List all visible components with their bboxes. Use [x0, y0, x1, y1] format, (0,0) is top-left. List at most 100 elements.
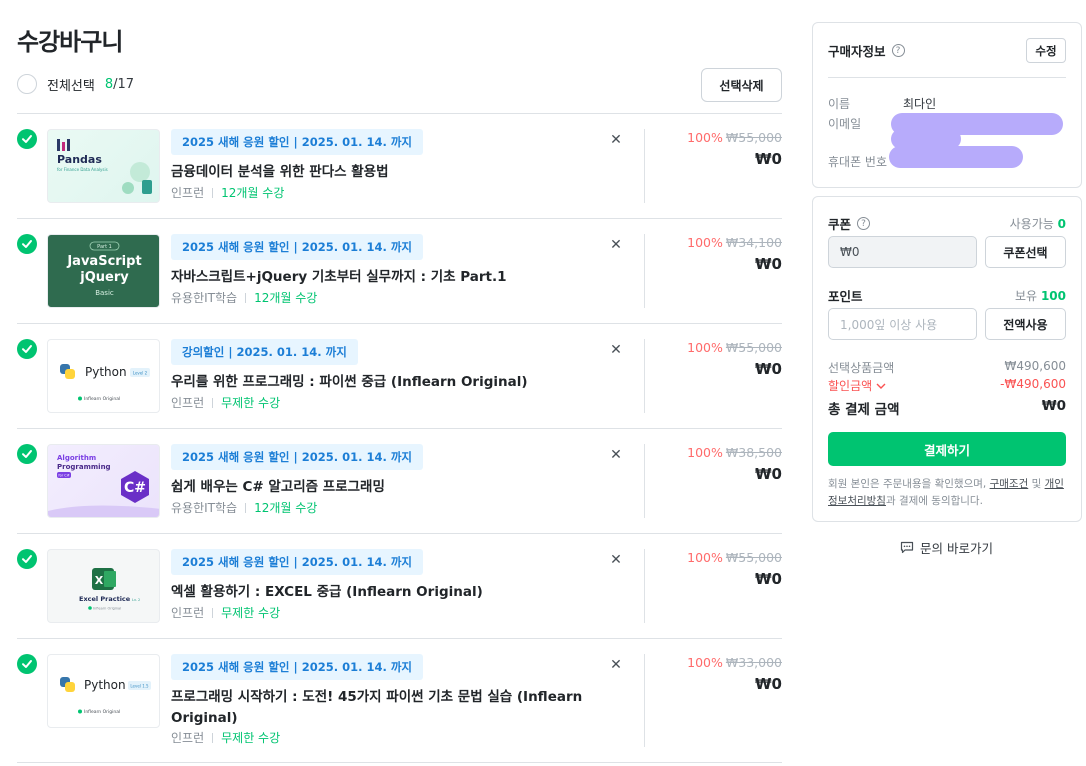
help-icon[interactable]: ?: [857, 217, 871, 230]
discount-rate: 100%: [687, 445, 723, 460]
discount-rate: 100%: [687, 655, 723, 670]
thumb-title: Algorithm: [57, 454, 96, 462]
course-title[interactable]: 엑셀 활용하기 : EXCEL 중급 (Inflearn Original): [171, 582, 591, 603]
thumb-title-2: Programming: [57, 463, 111, 471]
discount-badge: 2025 새해 응원 할인 | 2025. 01. 14. 까지: [171, 654, 423, 680]
remove-item-icon[interactable]: ✕: [609, 658, 623, 672]
original-price: ₩34,100: [725, 235, 782, 250]
coupon-available: 사용가능 0: [1009, 217, 1066, 231]
point-label: 포인트: [828, 289, 863, 304]
final-price: ₩0: [755, 255, 782, 273]
thumb-level: Level 2: [133, 371, 148, 376]
item-checkbox[interactable]: [17, 129, 37, 149]
pay-button[interactable]: 결제하기: [828, 432, 1066, 466]
select-all-checkbox[interactable]: [17, 74, 37, 94]
discount-rate: 100%: [687, 130, 723, 145]
coupon-input[interactable]: ₩0: [828, 236, 977, 268]
buyer-info-panel: 구매자정보? 수정 이름 최다인 이메일 휴대폰 번호: [812, 22, 1082, 188]
course-thumbnail[interactable]: X Excel Practice Lv. 2 Inflearn Original: [47, 549, 160, 623]
thumb-title: JavaScript: [66, 254, 141, 269]
purchase-terms-link[interactable]: 구매조건: [990, 478, 1029, 490]
inquiry-link[interactable]: 문의 바로가기: [900, 538, 993, 557]
buyer-info-header: 구매자정보?: [828, 41, 905, 60]
check-icon: [22, 660, 32, 668]
course-thumbnail[interactable]: Python Level 2 Inflearn Original: [47, 339, 160, 413]
cart-item: X Excel Practice Lv. 2 Inflearn Original…: [17, 534, 782, 639]
point-input[interactable]: 1,000잎 이상 사용: [828, 308, 977, 340]
selected-amount-row: 선택상품금액 ₩490,600: [828, 359, 1066, 375]
course-meta: 인프런 무제한 수강: [171, 394, 280, 411]
item-checkbox[interactable]: [17, 444, 37, 464]
discount-amount-row[interactable]: 할인금액 -₩490,600: [828, 377, 1066, 394]
select-all[interactable]: 전체선택 8/17: [17, 74, 134, 94]
item-checkbox[interactable]: [17, 654, 37, 674]
course-title[interactable]: 자바스크립트+jQuery 기초부터 실무까지 : 기초 Part.1: [171, 267, 591, 288]
thumb-title: Python: [85, 365, 127, 379]
point-balance: 보유 100: [1015, 289, 1066, 303]
discount-rate: 100%: [687, 550, 723, 565]
course-title[interactable]: 프로그래밍 시작하기 : 도전! 45가지 파이썬 기초 문법 실습 (Infl…: [171, 687, 591, 729]
remove-item-icon[interactable]: ✕: [609, 448, 623, 462]
discount-badge: 2025 새해 응원 할인 | 2025. 01. 14. 까지: [171, 444, 423, 470]
edit-buyer-button[interactable]: 수정: [1026, 38, 1066, 63]
price-block: 100% ₩34,100 ₩0: [687, 235, 782, 273]
course-meta: 유용한IT학습 12개월 수강: [171, 499, 317, 516]
course-thumbnail[interactable]: Pandas for Finance Data Analysis: [47, 129, 160, 203]
thumb-title-2: jQuery: [79, 270, 129, 285]
discount-badge: 2025 새해 응원 할인 | 2025. 01. 14. 까지: [171, 549, 423, 575]
price-block: 100% ₩55,000 ₩0: [687, 130, 782, 168]
inquiry-label: 문의 바로가기: [920, 541, 993, 556]
thumb-part: Part 1: [97, 244, 112, 250]
thumb-level: for C#: [58, 474, 69, 478]
discount-badge: 2025 새해 응원 할인 | 2025. 01. 14. 까지: [171, 234, 423, 260]
remove-item-icon[interactable]: ✕: [609, 343, 623, 357]
access-period: 무제한 수강: [221, 396, 281, 410]
thumb-title: Pandas: [57, 153, 102, 166]
price-block: 100% ₩55,000 ₩0: [687, 550, 782, 588]
remove-item-icon[interactable]: ✕: [609, 238, 623, 252]
total-amount-row: 총 결제 금액 ₩0: [828, 398, 1066, 418]
check-icon: [22, 135, 32, 143]
course-thumbnail[interactable]: Algorithm Programming for C# C#: [47, 444, 160, 518]
cart-item: Part 1 JavaScript jQuery Basic 2025 새해 응…: [17, 219, 782, 324]
coupon-label: 쿠폰: [828, 217, 852, 232]
final-price: ₩0: [755, 150, 782, 168]
thumb-title: Python: [84, 678, 126, 692]
delete-selected-button[interactable]: 선택삭제: [701, 68, 782, 102]
svg-text:X: X: [95, 574, 104, 587]
remove-item-icon[interactable]: ✕: [609, 133, 623, 147]
course-thumbnail[interactable]: Python Level 1.5 Inflearn Original: [47, 654, 160, 728]
access-period: 12개월 수강: [254, 501, 318, 515]
name-value: 최다인: [903, 97, 937, 111]
price-block: 100% ₩55,000 ₩0: [687, 340, 782, 378]
final-price: ₩0: [755, 465, 782, 483]
page-title: 수강바구니: [17, 28, 123, 56]
payment-panel: 쿠폰? 사용가능 0 ₩0 쿠폰선택 포인트 보유 100 1,000잎 이상 …: [812, 196, 1082, 522]
discount-badge: 2025 새해 응원 할인 | 2025. 01. 14. 까지: [171, 129, 423, 155]
thumb-subtitle: for Finance Data Analysis: [57, 167, 108, 172]
course-title[interactable]: 우리를 위한 프로그래밍 : 파이썬 중급 (Inflearn Original…: [171, 372, 591, 393]
coupon-header: 쿠폰?: [828, 214, 871, 233]
course-title[interactable]: 쉽게 배우는 C# 알고리즘 프로그래밍: [171, 477, 591, 498]
original-price: ₩33,000: [725, 655, 782, 670]
agreement-text: 회원 본인은 주문내용을 확인했으며, 구매조건 및 개인정보처리방침과 결제에…: [828, 478, 1064, 507]
coupon-select-button[interactable]: 쿠폰선택: [985, 236, 1066, 268]
item-checkbox[interactable]: [17, 234, 37, 254]
course-meta: 인프런 12개월 수강: [171, 184, 284, 201]
select-count: 8/17: [104, 76, 135, 92]
course-thumbnail[interactable]: Part 1 JavaScript jQuery Basic: [47, 234, 160, 308]
original-price: ₩55,000: [725, 550, 782, 565]
thumb-subtitle: Inflearn Original: [84, 709, 120, 715]
remove-item-icon[interactable]: ✕: [609, 553, 623, 567]
thumb-level: Level 1.5: [130, 684, 149, 689]
item-checkbox[interactable]: [17, 339, 37, 359]
buyer-email-row: 이메일: [828, 115, 861, 132]
check-icon: [22, 555, 32, 563]
help-icon[interactable]: ?: [891, 44, 905, 57]
use-all-points-button[interactable]: 전액사용: [985, 308, 1066, 340]
course-title[interactable]: 금융데이터 분석을 위한 판다스 활용법: [171, 162, 591, 183]
buyer-info-title: 구매자정보: [828, 44, 886, 59]
thumb-level: Lv. 2: [132, 598, 140, 602]
final-price: ₩0: [755, 570, 782, 588]
item-checkbox[interactable]: [17, 549, 37, 569]
